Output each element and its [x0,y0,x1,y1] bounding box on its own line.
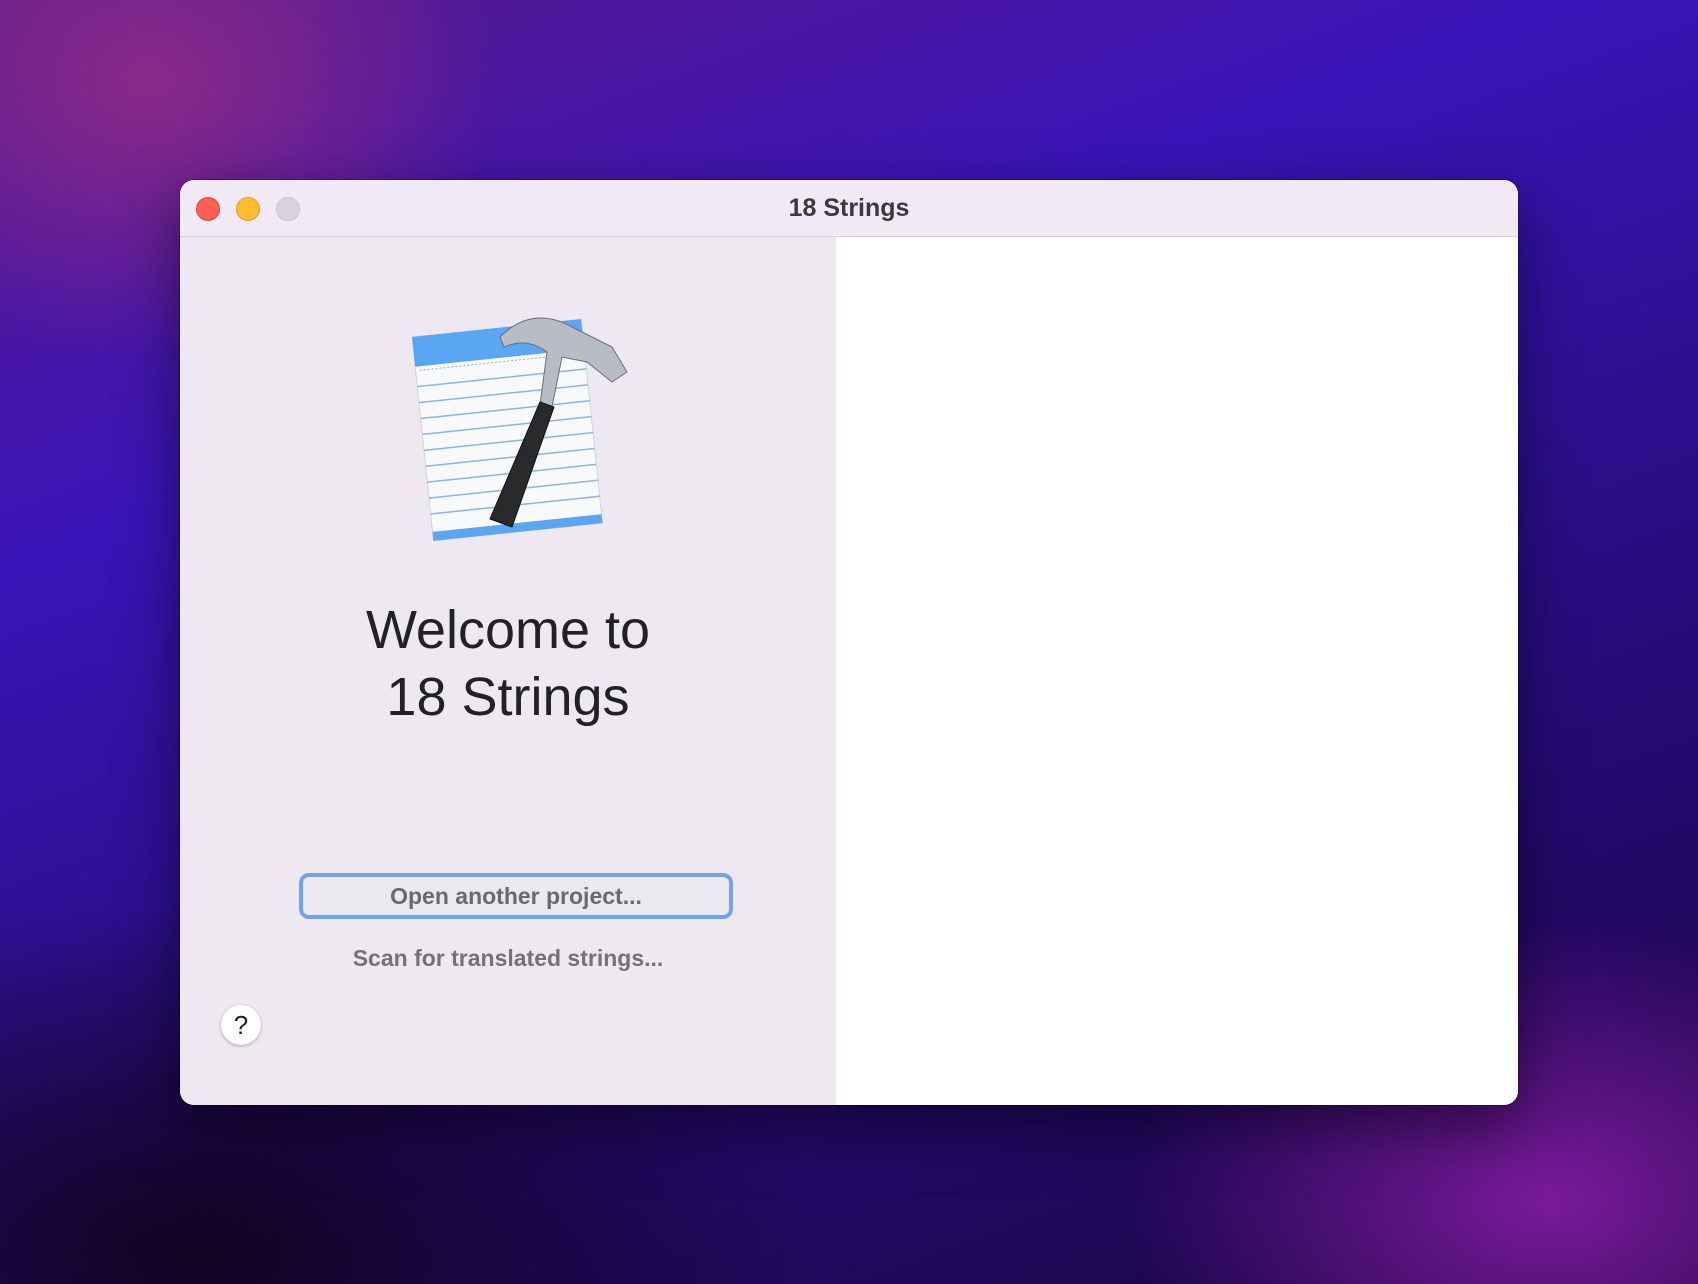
recent-projects-pane [836,237,1518,1105]
window-title: 18 Strings [788,194,910,222]
title-bar: 18 Strings [180,180,1518,237]
welcome-line-1: Welcome to [365,600,651,660]
welcome-pane: Welcome to 18 Strings Open another proje… [180,237,836,1105]
scan-strings-button[interactable]: Scan for translated strings... [180,945,836,972]
app-icon [412,317,628,542]
help-button[interactable]: ? [221,1005,261,1045]
welcome-heading: Welcome to 18 Strings [180,597,836,731]
welcome-line-2: 18 Strings [386,667,630,727]
open-project-button[interactable]: Open another project... [299,873,733,919]
app-window: 18 Strings Welcome to 18 Strings Open an… [180,180,1518,1105]
